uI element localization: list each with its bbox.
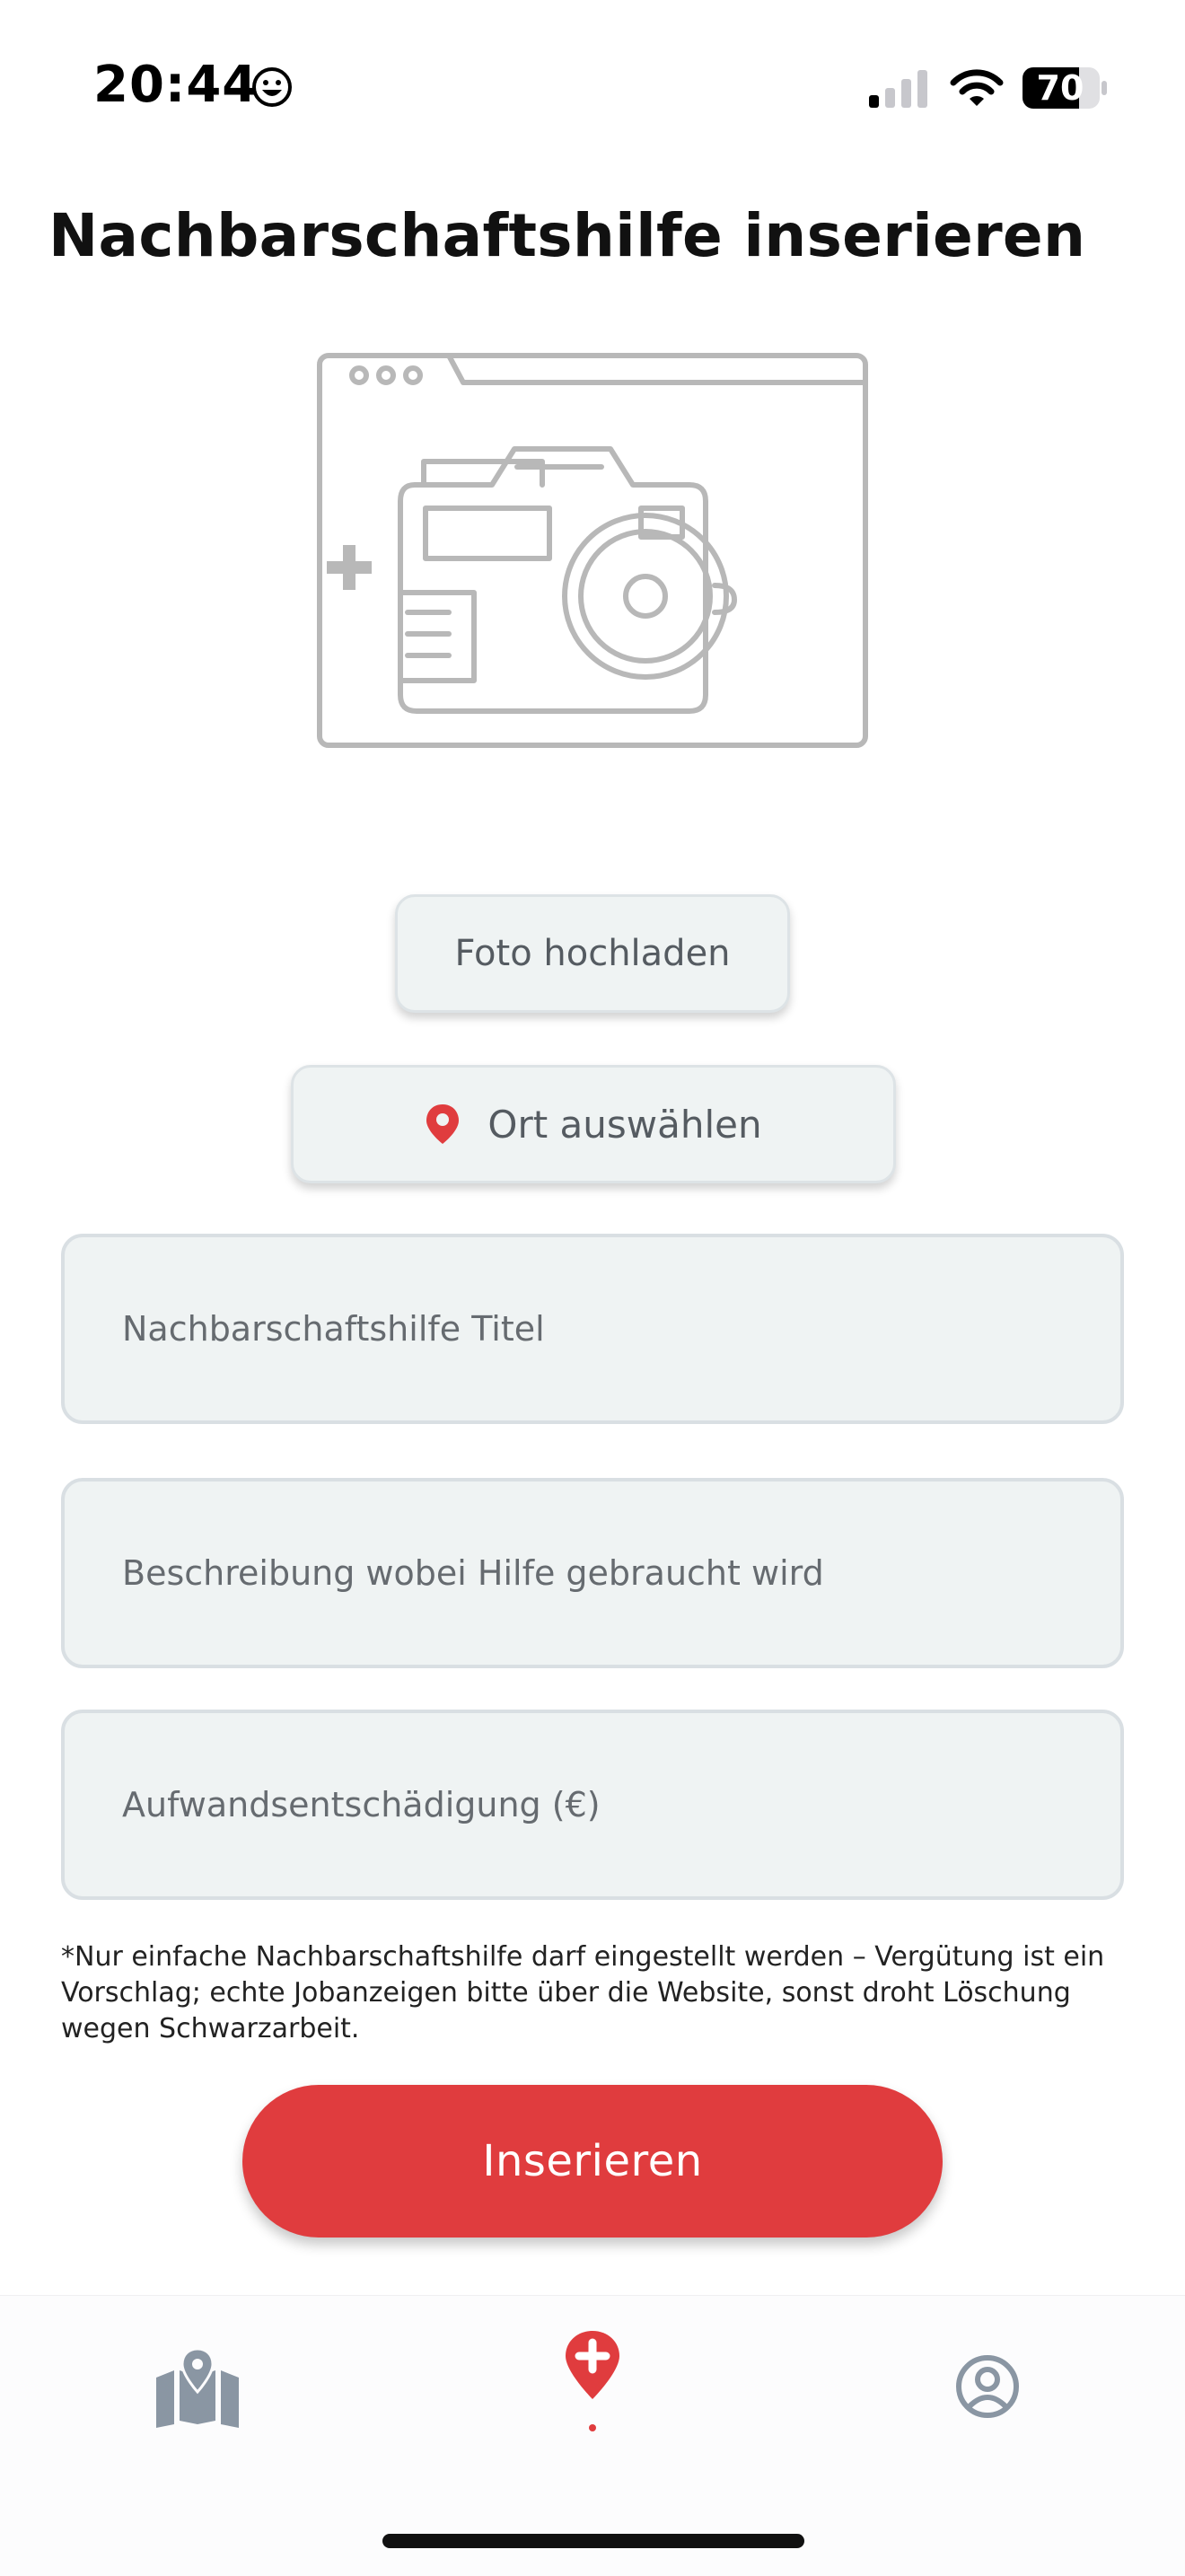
active-tab-indicator (589, 2424, 596, 2431)
disclaimer-note: *Nur einfache Nachbarschaftshilfe darf e… (61, 1941, 1105, 2044)
title-input[interactable]: Nachbarschaftshilfe Titel (61, 1234, 1124, 1424)
title-placeholder: Nachbarschaftshilfe Titel (122, 1309, 545, 1349)
smiley-icon (252, 67, 292, 107)
wifi-icon (950, 69, 1004, 106)
page-title: Nachbarschaftshilfe inserieren (48, 201, 1086, 270)
select-location-button[interactable]: Ort auswählen (291, 1065, 896, 1183)
add-location-icon[interactable] (564, 2329, 621, 2401)
compensation-input[interactable]: Aufwandsentschädigung (€) (61, 1710, 1124, 1900)
map-icon[interactable] (153, 2347, 242, 2428)
compensation-placeholder: Aufwandsentschädigung (€) (122, 1785, 601, 1824)
cellular-signal-icon (869, 70, 927, 108)
home-indicator[interactable] (382, 2534, 804, 2548)
status-time: 20:44 (93, 56, 259, 114)
submit-button[interactable]: Inserieren (242, 2085, 943, 2238)
location-pin-icon (426, 1104, 460, 1144)
select-location-label: Ort auswählen (487, 1102, 762, 1147)
profile-icon[interactable] (955, 2354, 1020, 2419)
description-input[interactable]: Beschreibung wobei Hilfe gebraucht wird (61, 1478, 1124, 1668)
description-placeholder: Beschreibung wobei Hilfe gebraucht wird (122, 1553, 824, 1593)
upload-photo-label: Foto hochladen (454, 933, 731, 974)
submit-label: Inserieren (482, 2136, 703, 2186)
upload-photo-button[interactable]: Foto hochladen (395, 894, 790, 1013)
camera-browser-add-icon[interactable] (314, 348, 871, 752)
battery-level: 70 (1036, 68, 1084, 108)
